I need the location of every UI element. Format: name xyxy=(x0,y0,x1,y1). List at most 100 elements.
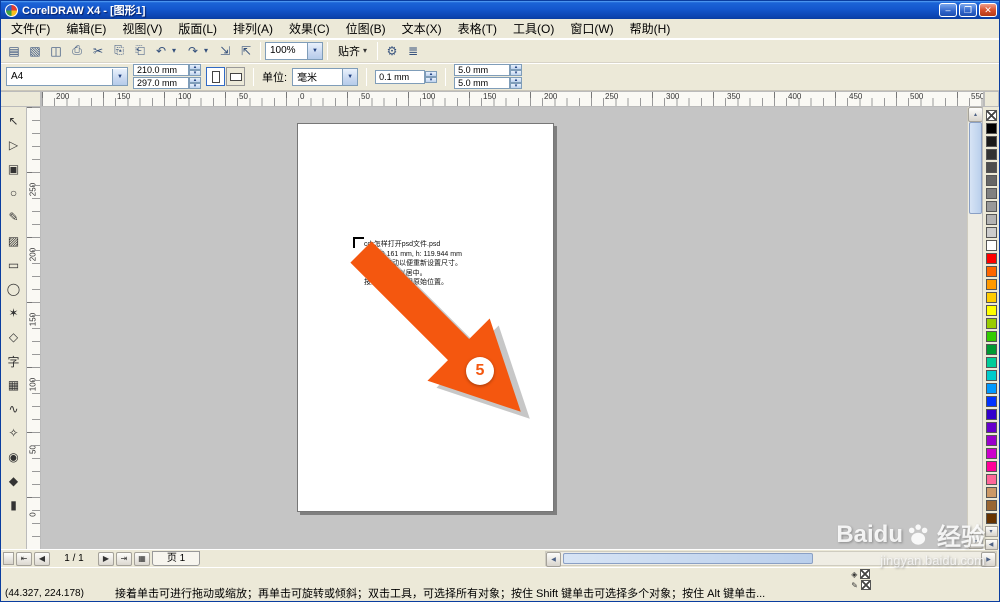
menu-item-table[interactable]: 表格(T) xyxy=(450,18,505,39)
palette-color-swatch[interactable] xyxy=(986,201,997,212)
fill-tool[interactable]: ◆ xyxy=(3,469,25,493)
duplicate-x-field[interactable]: 5.0 mm xyxy=(454,64,510,76)
palette-color-swatch[interactable] xyxy=(986,266,997,277)
horizontal-scroll-thumb[interactable] xyxy=(563,553,813,564)
previous-page-button[interactable]: ◀ xyxy=(34,552,50,566)
landscape-button[interactable] xyxy=(226,67,245,86)
palette-color-swatch[interactable] xyxy=(986,318,997,329)
units-combo[interactable]: 毫米 ▼ xyxy=(292,68,358,86)
drawing-canvas[interactable]: cdr怎样打开psd文件.psd w: 160.161 mm, h: 119.9… xyxy=(41,107,967,549)
duplicate-y-field[interactable]: 5.0 mm xyxy=(454,77,510,89)
menu-item-file[interactable]: 文件(F) xyxy=(3,18,58,39)
palette-color-swatch[interactable] xyxy=(986,214,997,225)
palette-color-swatch[interactable] xyxy=(986,370,997,381)
palette-color-swatch[interactable] xyxy=(986,331,997,342)
smart-fill-tool[interactable]: ▨ xyxy=(3,229,25,253)
maximize-button[interactable]: ❐ xyxy=(959,3,977,17)
ellipse-tool[interactable]: ◯ xyxy=(3,277,25,301)
palette-scroll-down-button[interactable]: ▾ xyxy=(985,526,998,537)
pick-tool[interactable]: ↖ xyxy=(3,109,25,133)
rectangle-tool[interactable]: ▭ xyxy=(3,253,25,277)
nudge-distance-field[interactable]: 0.1 mm xyxy=(375,70,425,84)
menu-item-tools[interactable]: 工具(O) xyxy=(505,18,562,39)
shape-tool[interactable]: ▷ xyxy=(3,133,25,157)
paper-height-field[interactable]: 297.0 mm xyxy=(133,77,189,89)
undo-button[interactable]: ↶ xyxy=(151,41,171,61)
scroll-right-button[interactable]: ▶ xyxy=(981,552,996,567)
menu-item-edit[interactable]: 编辑(E) xyxy=(58,18,114,39)
paper-width-stepper[interactable]: ▴▾ xyxy=(189,64,201,76)
spin-down-icon[interactable]: ▾ xyxy=(510,83,522,89)
vertical-scroll-thumb[interactable] xyxy=(969,122,982,214)
palette-color-swatch[interactable] xyxy=(986,292,997,303)
menu-item-bitmaps[interactable]: 位图(B) xyxy=(338,18,394,39)
vertical-scrollbar[interactable]: ▴ ▾ xyxy=(967,107,982,549)
last-page-button[interactable]: ⇥ xyxy=(116,552,132,566)
page-tab[interactable]: 页 1 xyxy=(152,551,200,566)
no-color-swatch[interactable] xyxy=(986,110,997,121)
palette-color-swatch[interactable] xyxy=(986,227,997,238)
palette-color-swatch[interactable] xyxy=(986,240,997,251)
close-button[interactable]: ✕ xyxy=(979,3,997,17)
save-button[interactable]: ◫ xyxy=(46,41,66,61)
table-tool[interactable]: ▦ xyxy=(3,373,25,397)
palette-color-swatch[interactable] xyxy=(986,461,997,472)
spin-down-icon[interactable]: ▾ xyxy=(425,77,437,83)
fill-color-swatch[interactable] xyxy=(860,569,870,579)
palette-color-swatch[interactable] xyxy=(986,500,997,511)
open-button[interactable]: ▧ xyxy=(25,41,45,61)
export-button[interactable]: ⇱ xyxy=(236,41,256,61)
outline-tool[interactable]: ◉ xyxy=(3,445,25,469)
duplicate-x-stepper[interactable]: ▴▾ xyxy=(510,64,522,76)
scroll-down-button[interactable]: ▾ xyxy=(968,534,983,549)
paper-height-stepper[interactable]: ▴▾ xyxy=(189,77,201,89)
palette-color-swatch[interactable] xyxy=(986,396,997,407)
zoom-level-combo[interactable]: 100% ▼ xyxy=(265,42,323,60)
palette-color-swatch[interactable] xyxy=(986,149,997,160)
minimize-button[interactable]: – xyxy=(939,3,957,17)
freehand-tool[interactable]: ✎ xyxy=(3,205,25,229)
scroll-left-button[interactable]: ◀ xyxy=(546,552,561,567)
paper-width-field[interactable]: 210.0 mm xyxy=(133,64,189,76)
palette-color-swatch[interactable] xyxy=(986,279,997,290)
palette-color-swatch[interactable] xyxy=(986,136,997,147)
crop-tool[interactable]: ▣ xyxy=(3,157,25,181)
palette-color-swatch[interactable] xyxy=(986,435,997,446)
interactive-fill-tool[interactable]: ▮ xyxy=(3,493,25,517)
paste-button[interactable]: ⎗ xyxy=(130,41,150,61)
palette-color-swatch[interactable] xyxy=(986,344,997,355)
palette-color-swatch[interactable] xyxy=(986,448,997,459)
menu-item-arrange[interactable]: 排列(A) xyxy=(225,18,281,39)
first-page-button[interactable]: ⇤ xyxy=(16,552,32,566)
menu-item-effects[interactable]: 效果(C) xyxy=(281,18,338,39)
spin-down-icon[interactable]: ▾ xyxy=(189,70,201,76)
horizontal-scrollbar[interactable]: ◀ ▶ xyxy=(545,551,997,566)
zoom-tool[interactable]: ○ xyxy=(3,181,25,205)
menu-item-help[interactable]: 帮助(H) xyxy=(622,18,679,39)
palette-color-swatch[interactable] xyxy=(986,175,997,186)
redo-button[interactable]: ↷ xyxy=(183,41,203,61)
palette-color-swatch[interactable] xyxy=(986,123,997,134)
nudge-stepper[interactable]: ▴▾ xyxy=(425,71,437,83)
menu-item-layout[interactable]: 版面(L) xyxy=(170,18,225,39)
document-page[interactable] xyxy=(297,123,554,512)
menu-item-text[interactable]: 文本(X) xyxy=(394,18,450,39)
print-button[interactable]: ⎙ xyxy=(67,41,87,61)
text-tool[interactable]: 字 xyxy=(3,349,25,373)
next-page-button[interactable]: ▶ xyxy=(98,552,114,566)
polygon-tool[interactable]: ✶ xyxy=(3,301,25,325)
units-arrow-icon[interactable]: ▼ xyxy=(342,69,357,85)
basic-shapes-tool[interactable]: ◇ xyxy=(3,325,25,349)
palette-color-swatch[interactable] xyxy=(986,409,997,420)
palette-expand-button[interactable]: ◀ xyxy=(985,539,998,550)
spin-down-icon[interactable]: ▾ xyxy=(510,70,522,76)
redo-dropdown-arrow-icon[interactable]: ▾ xyxy=(204,41,214,61)
app-launcher-button[interactable]: ≣ xyxy=(403,41,423,61)
undo-dropdown-arrow-icon[interactable]: ▾ xyxy=(172,41,182,61)
duplicate-y-stepper[interactable]: ▴▾ xyxy=(510,77,522,89)
new-button[interactable]: ▤ xyxy=(4,41,24,61)
cut-button[interactable]: ✂ xyxy=(88,41,108,61)
blend-tool[interactable]: ∿ xyxy=(3,397,25,421)
scroll-up-button[interactable]: ▴ xyxy=(968,107,983,122)
zoom-dropdown-arrow-icon[interactable]: ▼ xyxy=(307,43,322,59)
